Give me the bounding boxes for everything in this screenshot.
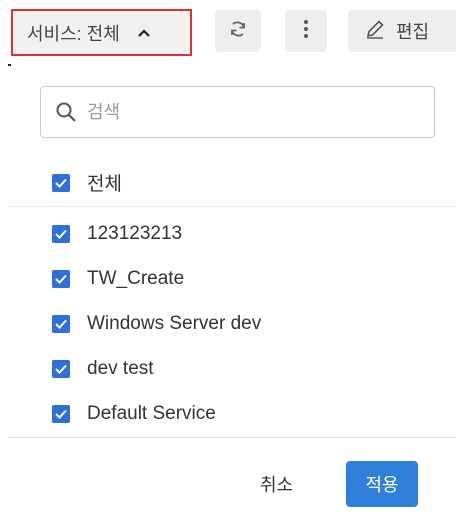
search-icon <box>55 101 77 123</box>
service-filter-label: 서비스: 전체 <box>27 23 120 44</box>
service-option[interactable]: Default Service <box>52 403 216 425</box>
service-label: 123123213 <box>87 223 183 244</box>
service-checkbox[interactable] <box>52 405 70 423</box>
refresh-button[interactable] <box>215 10 261 52</box>
select-all-checkbox[interactable] <box>52 173 70 192</box>
service-label: Default Service <box>87 403 216 424</box>
service-option[interactable]: TW_Create <box>52 268 184 290</box>
service-label: Windows Server dev <box>87 313 262 334</box>
vertical-dots-icon <box>303 19 309 44</box>
divider <box>8 206 456 207</box>
service-filter-dropdown: 전체 123123213 TW_Create Windows Server de… <box>8 66 456 525</box>
service-option[interactable]: dev test <box>52 358 154 380</box>
toolbar: 서비스: 전체 편집 <box>0 0 456 58</box>
edit-button[interactable]: 편집 <box>348 10 456 52</box>
more-options-button[interactable] <box>285 10 327 52</box>
service-filter-button[interactable]: 서비스: 전체 <box>11 9 192 56</box>
pencil-icon <box>364 18 386 45</box>
service-option[interactable]: Windows Server dev <box>52 313 261 335</box>
divider <box>8 437 456 438</box>
service-label: TW_Create <box>87 268 185 289</box>
edit-label: 편집 <box>396 22 430 42</box>
service-option[interactable]: 123123213 <box>52 223 182 245</box>
apply-button[interactable]: 적용 <box>346 461 418 507</box>
select-all-option[interactable]: 전체 <box>52 169 122 196</box>
service-checkbox[interactable] <box>52 360 70 378</box>
refresh-icon <box>227 18 249 45</box>
service-checkbox[interactable] <box>52 225 70 243</box>
chevron-up-icon <box>136 25 152 41</box>
search-input[interactable] <box>87 101 407 123</box>
search-box <box>40 86 435 138</box>
cancel-button[interactable]: 취소 <box>260 471 293 497</box>
service-label: dev test <box>87 358 154 379</box>
service-checkbox[interactable] <box>52 270 70 288</box>
select-all-label: 전체 <box>87 174 122 195</box>
service-checkbox[interactable] <box>52 315 70 333</box>
